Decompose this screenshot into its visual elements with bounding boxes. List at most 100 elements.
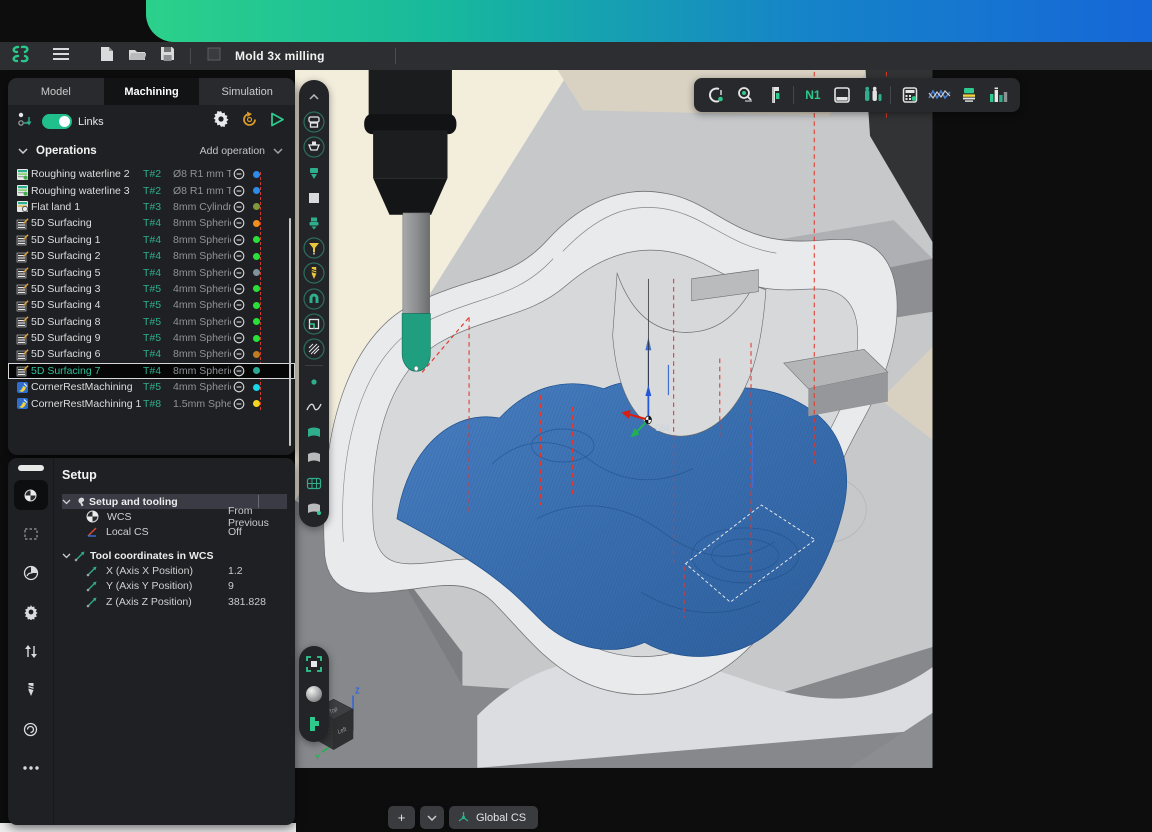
panel-handle[interactable]: [18, 465, 44, 471]
points-display-icon[interactable]: [303, 371, 325, 393]
setup-row-wcs[interactable]: WCSFrom Previous: [62, 509, 287, 525]
setup-group-tool-coordinates-in-wcs[interactable]: Tool coordinates in WCS: [62, 548, 287, 563]
leads-icon[interactable]: [14, 636, 48, 666]
operation-row-flat-land-1[interactable]: Flat land 1T#38mm Cylindric: [8, 199, 295, 215]
workpiece-zone-display-icon[interactable]: [303, 313, 325, 335]
more-icon[interactable]: [14, 753, 48, 783]
save-icon[interactable]: [152, 46, 182, 66]
machining-state-icon[interactable]: [231, 299, 247, 311]
operation-row-5d-surfacing-6[interactable]: 5D Surfacing 6T#48mm Spherica: [8, 346, 295, 362]
operation-row-5d-surfacing[interactable]: 5D SurfacingT#48mm Spherica: [8, 215, 295, 231]
collapse-strip-icon[interactable]: [303, 86, 325, 108]
chevron-down-icon[interactable]: [62, 499, 74, 505]
global-cs-button[interactable]: Global CS: [449, 806, 538, 829]
tool-display-2-icon[interactable]: [303, 212, 325, 234]
machining-state-icon[interactable]: [231, 201, 247, 213]
menu-icon[interactable]: [46, 47, 76, 65]
operation-row-5d-surfacing-8[interactable]: 5D Surfacing 8T#54mm Spherica: [8, 314, 295, 330]
orbit-view-icon[interactable]: [304, 684, 324, 704]
setup-row-value[interactable]: 9: [228, 580, 234, 592]
machining-state-icon[interactable]: [231, 168, 247, 180]
machine-display-icon[interactable]: [303, 111, 325, 133]
operation-row-5d-surfacing-7[interactable]: 5D Surfacing 7T#48mm Spherica: [8, 363, 295, 379]
probe-measure-icon[interactable]: [731, 82, 758, 108]
curves-display-icon[interactable]: [303, 396, 325, 418]
operation-row-cornerrestmachining-1[interactable]: CornerRestMachining 1T#81.5mm Spheri: [8, 395, 295, 411]
machining-state-icon[interactable]: [231, 365, 247, 377]
setup-row-local-cs[interactable]: Local CSOff: [62, 525, 287, 541]
machining-state-icon[interactable]: [231, 267, 247, 279]
operation-row-5d-surfacing-3[interactable]: 5D Surfacing 3T#54mm Spherica: [8, 281, 295, 297]
texture-display-icon[interactable]: [303, 338, 325, 360]
holder-display-icon[interactable]: [303, 187, 325, 209]
operation-row-roughing-waterline-2[interactable]: Roughing waterline 2T#2Ø8 R1 mm To: [8, 166, 295, 182]
collision-control-icon[interactable]: [858, 82, 885, 108]
mesh-display-icon[interactable]: [303, 472, 325, 494]
machining-state-icon[interactable]: [231, 316, 247, 328]
caliper-measure-icon[interactable]: [761, 82, 788, 108]
links-toggle[interactable]: [42, 114, 72, 129]
faces-display-icon[interactable]: [303, 447, 325, 469]
toolpath-toggle-icon[interactable]: [304, 714, 324, 734]
machining-state-icon[interactable]: [231, 348, 247, 360]
setup-row-value[interactable]: Off: [228, 526, 242, 538]
tab-model[interactable]: Model: [8, 78, 104, 105]
machining-state-icon[interactable]: [231, 234, 247, 246]
machining-state-icon[interactable]: [231, 398, 247, 410]
settings-gear-icon[interactable]: [213, 111, 229, 132]
chevron-down-icon[interactable]: [62, 553, 74, 559]
calculator-icon[interactable]: [896, 82, 923, 108]
chevron-down-icon[interactable]: [18, 148, 30, 154]
arc-measure-icon[interactable]: [702, 82, 729, 108]
parameters-gear-icon[interactable]: [14, 597, 48, 627]
setup-row-z-axis-z-position-[interactable]: Z (Axis Z Position)381.828: [62, 594, 287, 610]
tab-machining[interactable]: Machining: [104, 78, 200, 105]
nc-program-icon[interactable]: N1: [799, 82, 826, 108]
stock-display-icon[interactable]: [303, 136, 325, 158]
solids-display-icon[interactable]: [303, 497, 325, 519]
machining-state-icon[interactable]: [231, 381, 247, 393]
surfaces-display-icon[interactable]: [303, 422, 325, 444]
fixture-display-icon[interactable]: [303, 288, 325, 310]
toolpath-graphs-icon[interactable]: [926, 82, 953, 108]
tab-simulation[interactable]: Simulation: [199, 78, 295, 105]
operation-row-5d-surfacing-4[interactable]: 5D Surfacing 4T#54mm Spherica: [8, 297, 295, 313]
machining-result-icon[interactable]: [829, 82, 856, 108]
setup-row-x-axis-x-position-[interactable]: X (Axis X Position)1.2: [62, 563, 287, 579]
tool-tip-display-icon[interactable]: [303, 237, 325, 259]
machining-state-icon[interactable]: [231, 283, 247, 295]
tool-assembly-icon[interactable]: [955, 82, 982, 108]
drill-display-icon[interactable]: [303, 262, 325, 284]
machining-statistics-icon[interactable]: [985, 82, 1012, 108]
fit-view-icon[interactable]: [304, 654, 324, 674]
machining-state-icon[interactable]: [231, 217, 247, 229]
operation-row-cornerrestmachining[interactable]: CornerRestMachiningT#54mm Spherica: [8, 379, 295, 395]
workpiece-limits-icon[interactable]: [14, 519, 48, 549]
machining-state-icon[interactable]: [231, 250, 247, 262]
setup-row-value[interactable]: 1.2: [228, 565, 243, 577]
wcs-quarter-icon[interactable]: [14, 480, 48, 510]
viewport-3d-scene[interactable]: G54 Top Back Left Z Y: [295, 70, 1152, 832]
tool-display-icon[interactable]: [303, 162, 325, 184]
strategy-icon[interactable]: [14, 558, 48, 588]
open-folder-icon[interactable]: [122, 47, 152, 66]
add-cs-button[interactable]: +: [388, 806, 415, 829]
operation-row-5d-surfacing-5[interactable]: 5D Surfacing 5T#48mm Spherica: [8, 264, 295, 280]
new-document-icon[interactable]: [92, 46, 122, 67]
add-operation-button[interactable]: Add operation: [200, 145, 265, 157]
run-simulation-icon[interactable]: [270, 112, 285, 132]
operations-scrollbar[interactable]: [289, 218, 291, 446]
tool-drill-icon[interactable]: [14, 675, 48, 705]
feeds-icon[interactable]: [14, 714, 48, 744]
chevron-down-icon[interactable]: [273, 148, 285, 154]
operation-row-5d-surfacing-9[interactable]: 5D Surfacing 9T#54mm Spherica: [8, 330, 295, 346]
expand-cs-button[interactable]: [420, 806, 444, 829]
setup-row-y-axis-y-position-[interactable]: Y (Axis Y Position)9: [62, 579, 287, 595]
operation-row-5d-surfacing-1[interactable]: 5D Surfacing 1T#48mm Spherica: [8, 232, 295, 248]
operation-row-roughing-waterline-3[interactable]: Roughing waterline 3T#2Ø8 R1 mm To: [8, 182, 295, 198]
operation-row-5d-surfacing-2[interactable]: 5D Surfacing 2T#48mm Spherica: [8, 248, 295, 264]
machining-state-icon[interactable]: [231, 185, 247, 197]
setup-row-value[interactable]: 381.828: [228, 596, 266, 608]
recalculate-icon[interactable]: [241, 111, 258, 133]
machining-state-icon[interactable]: [231, 332, 247, 344]
